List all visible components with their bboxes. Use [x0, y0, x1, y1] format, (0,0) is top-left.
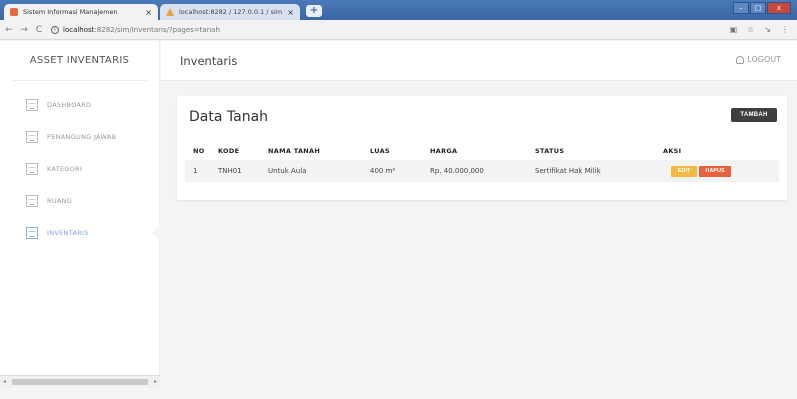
sidebar-item-label: INVENTARIS [47, 229, 89, 237]
inventory-icon [26, 227, 38, 239]
room-icon [26, 195, 38, 207]
user-icon [736, 55, 745, 64]
sidebar-item-inventaris[interactable]: INVENTARIS [0, 217, 160, 249]
browser-actions: ▣ ☆ ↘ ⋮ [730, 25, 789, 34]
cell-kode: TNH01 [210, 160, 260, 182]
table-row: 1 TNH01 Untuk Aula 400 m² Rp. 40.000.000… [185, 160, 779, 182]
cell-harga: Rp. 40.000.000 [422, 160, 527, 182]
column-header-harga: HARGA [430, 147, 458, 155]
sidebar-item-kategori[interactable]: KATEGORI [0, 153, 159, 185]
back-arrow-icon[interactable]: ← [3, 25, 15, 35]
menu-dots-icon[interactable]: ⋮ [781, 25, 789, 34]
reload-icon[interactable]: C [33, 25, 45, 35]
sidebar-item-dashboard[interactable]: DASHBOARD [0, 89, 159, 121]
tab-title: localhost:8282 / 127.0.0.1 / sim / [179, 8, 284, 16]
maximize-button[interactable]: □ [750, 2, 766, 14]
sidebar-item-penangung-jawab[interactable]: PENANGUNG JAWAB [0, 121, 159, 153]
browser-tab-phpmyadmin[interactable]: localhost:8282 / 127.0.0.1 / sim / × [160, 4, 300, 20]
scroll-right-icon[interactable]: ▸ [154, 378, 157, 385]
column-header-nama-tanah: NAMA TANAH [268, 147, 321, 155]
url-host: localhost [63, 25, 95, 34]
cell-aksi: EDIT HAPUS [655, 160, 779, 182]
url-path: :8282/sim/Inventaris/?pages=tanah [94, 25, 220, 34]
top-bar: Inventaris LOGOUT [161, 41, 797, 81]
close-tab-icon[interactable]: × [145, 8, 152, 17]
browser-tab-bar: Sistem Informasi Manajemen × localhost:8… [0, 0, 797, 20]
tab-title: Sistem Informasi Manajemen [23, 8, 118, 16]
column-header-aksi: AKSI [663, 147, 682, 155]
card-title: Data Tanah [189, 109, 269, 125]
brand-title: ASSET INVENTARIS [12, 41, 147, 81]
page-title: Inventaris [180, 53, 238, 68]
minimize-button[interactable]: – [733, 2, 749, 14]
logout-link[interactable]: LOGOUT [736, 55, 781, 64]
translate-icon[interactable]: ▣ [730, 25, 738, 34]
logout-label: LOGOUT [747, 55, 781, 64]
table-header-row: NO KODE NAMA TANAH LUAS HARGA STATUS AKS… [185, 142, 779, 160]
close-tab-icon[interactable]: × [287, 8, 294, 17]
scroll-left-icon[interactable]: ◂ [3, 378, 6, 385]
add-button[interactable]: TAMBAH [731, 108, 777, 122]
close-window-button[interactable]: x [767, 2, 791, 14]
column-header-status: STATUS [535, 147, 565, 155]
info-icon[interactable]: i [51, 25, 59, 34]
delete-button[interactable]: HAPUS [699, 165, 731, 177]
cell-no: 1 [185, 160, 210, 182]
new-tab-button[interactable]: + [306, 5, 322, 17]
forward-arrow-icon[interactable]: → [18, 25, 30, 35]
browser-tab-sim[interactable]: Sistem Informasi Manajemen × [4, 4, 158, 20]
column-header-luas: LUAS [370, 147, 390, 155]
horizontal-scrollbar[interactable]: ◂ ▸ [0, 375, 160, 387]
data-table: NO KODE NAMA TANAH LUAS HARGA STATUS AKS… [185, 142, 779, 182]
data-tanah-card: Data Tanah TAMBAH NO KODE NAMA TANAH LUA… [177, 96, 787, 200]
dashboard-icon [26, 99, 38, 111]
cell-nama: Untuk Aula [260, 160, 362, 182]
app-favicon-icon [10, 8, 18, 16]
column-header-no: NO [193, 147, 205, 155]
cell-luas: 400 m² [362, 160, 422, 182]
list-icon [26, 163, 38, 175]
bookmark-star-icon[interactable]: ☆ [747, 25, 754, 34]
sidebar-item-label: DASHBOARD [47, 101, 92, 109]
user-card-icon [26, 131, 38, 143]
sidebar-menu: DASHBOARD PENANGUNG JAWAB KATEGORI RUANG… [0, 89, 160, 249]
sidebar-item-ruang[interactable]: RUANG [0, 185, 159, 217]
edit-button[interactable]: EDIT [671, 165, 697, 177]
cell-status: Sertifikat Hak Milik [527, 160, 655, 182]
scrollbar-thumb[interactable] [12, 379, 148, 385]
sidebar-item-label: PENANGUNG JAWAB [47, 133, 117, 141]
sidebar-item-label: RUANG [47, 197, 73, 205]
phpmyadmin-favicon-icon [166, 8, 174, 16]
address-bar: ← → C i localhost:8282/sim/Inventaris/?p… [0, 20, 797, 40]
window-controls: – □ x [733, 2, 791, 14]
column-header-kode: KODE [218, 147, 240, 155]
extension-icon[interactable]: ↘ [764, 25, 771, 34]
sidebar-item-label: KATEGORI [47, 165, 83, 173]
sidebar: ASSET INVENTARIS DASHBOARD PENANGUNG JAW… [0, 41, 160, 387]
url-field[interactable]: i localhost:8282/sim/Inventaris/?pages=t… [51, 25, 220, 34]
